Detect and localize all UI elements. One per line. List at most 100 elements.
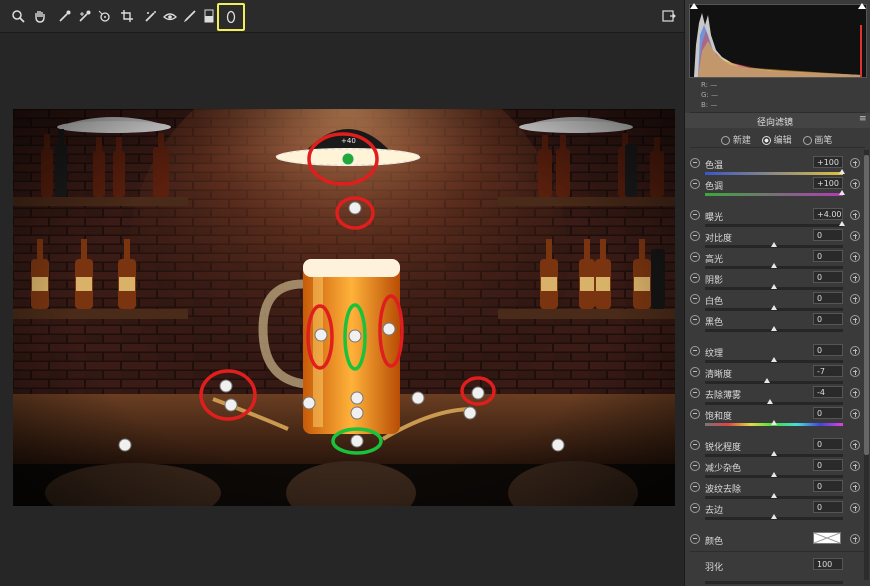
white-balance-icon[interactable] bbox=[56, 7, 74, 25]
plus-icon[interactable] bbox=[850, 231, 860, 241]
slider-value[interactable]: 0 bbox=[813, 271, 843, 283]
mode-brush-radio[interactable] bbox=[802, 136, 812, 145]
panel-menu-icon[interactable]: ≡ bbox=[859, 114, 867, 124]
histogram-clip-highlight[interactable] bbox=[858, 3, 866, 9]
slider-value[interactable]: -4 bbox=[813, 386, 843, 398]
plus-icon[interactable] bbox=[850, 346, 860, 356]
minus-icon[interactable] bbox=[690, 461, 700, 471]
target-adjust-icon[interactable] bbox=[95, 7, 113, 25]
slider-value[interactable]: +100 bbox=[813, 156, 843, 168]
slider-value[interactable]: 0 bbox=[813, 229, 843, 241]
minus-icon[interactable] bbox=[690, 179, 700, 189]
feather-track[interactable] bbox=[705, 581, 843, 584]
histogram-clip-shadow[interactable] bbox=[690, 3, 698, 9]
red-eye-icon[interactable] bbox=[161, 7, 179, 25]
mode-new-radio[interactable] bbox=[721, 136, 730, 145]
slider-knob[interactable] bbox=[764, 378, 771, 383]
slider-value[interactable]: 0 bbox=[813, 407, 843, 419]
slider-value[interactable]: 0 bbox=[813, 250, 843, 262]
slider-row: 减少杂色 0 bbox=[685, 458, 870, 478]
slider-row: 去边 0 bbox=[685, 500, 870, 520]
slider-value[interactable]: +4.00 bbox=[813, 208, 843, 220]
slider-knob[interactable] bbox=[771, 263, 777, 268]
plus-icon[interactable] bbox=[850, 461, 860, 471]
panel-scrollbar[interactable] bbox=[864, 150, 869, 580]
plus-icon[interactable] bbox=[850, 482, 860, 492]
slider-track[interactable] bbox=[705, 172, 843, 175]
minus-icon[interactable] bbox=[690, 315, 700, 325]
hand-icon[interactable] bbox=[31, 7, 49, 25]
slider-track[interactable] bbox=[705, 193, 843, 196]
plus-icon[interactable] bbox=[850, 315, 860, 325]
plus-icon[interactable] bbox=[850, 294, 860, 304]
minus-icon[interactable] bbox=[690, 158, 700, 168]
slider-knob[interactable] bbox=[838, 190, 845, 195]
slider-track[interactable] bbox=[705, 402, 843, 405]
slider-knob[interactable] bbox=[771, 242, 777, 247]
minus-icon[interactable] bbox=[690, 409, 700, 419]
slider-knob[interactable] bbox=[771, 284, 777, 289]
plus-icon[interactable] bbox=[850, 179, 860, 189]
slider-knob[interactable] bbox=[766, 399, 773, 404]
minus-icon[interactable] bbox=[690, 388, 700, 398]
plus-icon[interactable] bbox=[850, 273, 860, 283]
slider-knob[interactable] bbox=[771, 357, 777, 362]
slider-knob[interactable] bbox=[771, 305, 777, 310]
color-minus-icon[interactable] bbox=[690, 534, 700, 544]
slider-knob[interactable] bbox=[838, 169, 845, 174]
minus-icon[interactable] bbox=[690, 231, 700, 241]
slider-value[interactable]: 0 bbox=[813, 292, 843, 304]
panel-header: 径向滤镜 ≡ bbox=[685, 113, 870, 128]
open-preview-icon[interactable] bbox=[660, 7, 678, 25]
slider-knob[interactable] bbox=[771, 514, 777, 519]
minus-icon[interactable] bbox=[690, 273, 700, 283]
plus-icon[interactable] bbox=[850, 158, 860, 168]
slider-value[interactable]: 0 bbox=[813, 480, 843, 492]
minus-icon[interactable] bbox=[690, 346, 700, 356]
slider-track[interactable] bbox=[705, 224, 843, 227]
panel-scrollbar-thumb[interactable] bbox=[864, 155, 869, 455]
feather-value[interactable]: 100 bbox=[813, 558, 843, 570]
color-sampler-icon[interactable] bbox=[76, 7, 94, 25]
plus-icon[interactable] bbox=[850, 440, 860, 450]
minus-icon[interactable] bbox=[690, 367, 700, 377]
slider-knob[interactable] bbox=[771, 326, 777, 331]
slider-value[interactable]: 0 bbox=[813, 459, 843, 471]
mode-edit-radio[interactable] bbox=[761, 136, 771, 145]
minus-icon[interactable] bbox=[690, 440, 700, 450]
plus-icon[interactable] bbox=[850, 210, 860, 220]
plus-icon[interactable] bbox=[850, 388, 860, 398]
slider-value[interactable]: 0 bbox=[813, 313, 843, 325]
slider-knob[interactable] bbox=[771, 472, 777, 477]
photo-preview[interactable]: +40 bbox=[13, 109, 675, 506]
radial-filter-icon[interactable] bbox=[217, 3, 245, 31]
slider-value[interactable]: 0 bbox=[813, 501, 843, 513]
slider-knob[interactable] bbox=[838, 221, 845, 226]
plus-icon[interactable] bbox=[850, 252, 860, 262]
graduated-filter-icon[interactable] bbox=[200, 7, 218, 25]
slider-knob[interactable] bbox=[771, 493, 777, 498]
plus-icon[interactable] bbox=[850, 503, 860, 513]
slider-value[interactable]: -7 bbox=[813, 365, 843, 377]
feather-row: 羽化 100 bbox=[685, 557, 870, 584]
zoom-icon[interactable] bbox=[9, 7, 27, 25]
plus-icon[interactable] bbox=[850, 409, 860, 419]
slider-track[interactable] bbox=[705, 381, 843, 384]
color-plus-icon[interactable] bbox=[850, 534, 860, 544]
plus-icon[interactable] bbox=[850, 367, 860, 377]
color-swatch[interactable] bbox=[813, 532, 841, 544]
crop-icon[interactable] bbox=[118, 7, 136, 25]
adjustment-brush-icon[interactable] bbox=[181, 7, 199, 25]
b-value: — bbox=[710, 101, 718, 109]
spot-removal-icon[interactable] bbox=[142, 7, 160, 25]
slider-value[interactable]: 0 bbox=[813, 438, 843, 450]
slider-value[interactable]: 0 bbox=[813, 344, 843, 356]
slider-value[interactable]: +100 bbox=[813, 177, 843, 189]
minus-icon[interactable] bbox=[690, 252, 700, 262]
minus-icon[interactable] bbox=[690, 503, 700, 513]
slider-knob[interactable] bbox=[771, 420, 777, 425]
minus-icon[interactable] bbox=[690, 210, 700, 220]
minus-icon[interactable] bbox=[690, 482, 700, 492]
slider-knob[interactable] bbox=[771, 451, 777, 456]
minus-icon[interactable] bbox=[690, 294, 700, 304]
